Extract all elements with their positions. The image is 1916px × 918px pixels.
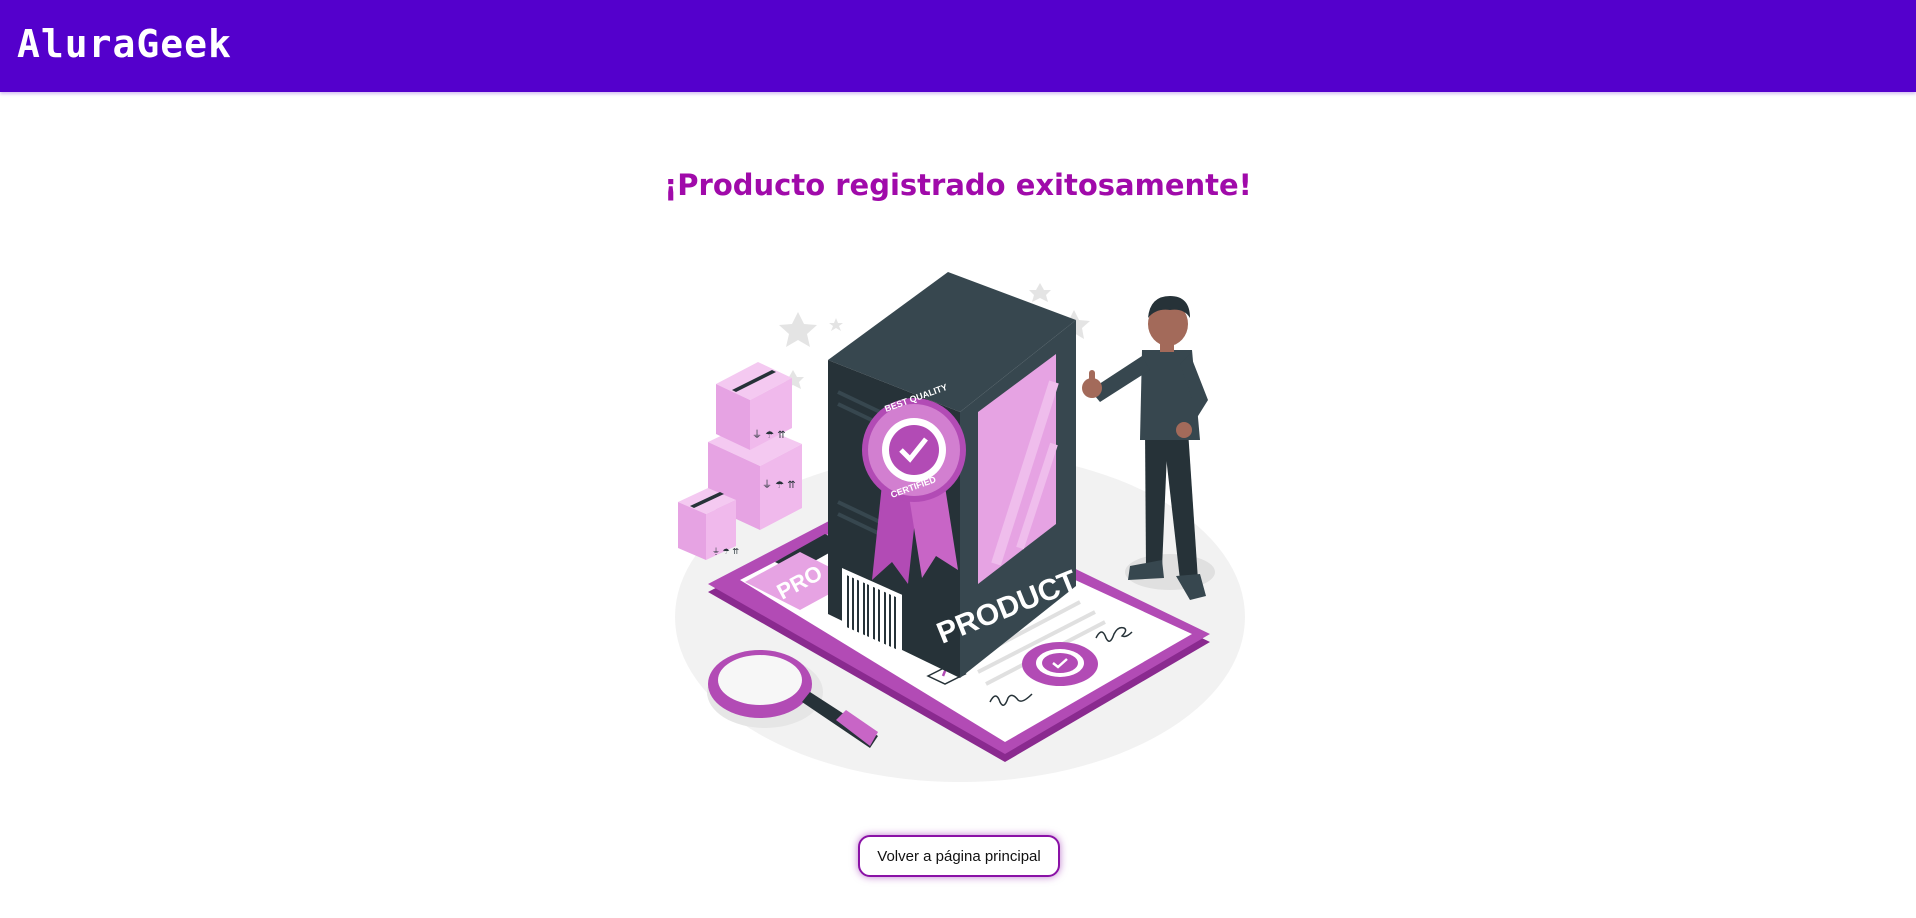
page-title: ¡Producto registrado exitosamente! <box>664 168 1252 202</box>
header-bar: AluraGeek <box>0 0 1916 92</box>
svg-text:⏚ ☂ ⇈: ⏚ ☂ ⇈ <box>762 479 796 491</box>
star-icon <box>829 318 843 331</box>
app-logo[interactable]: AluraGeek <box>17 22 232 66</box>
svg-text:⏚ ☂ ⇈: ⏚ ☂ ⇈ <box>752 429 786 441</box>
star-icon <box>1029 283 1051 302</box>
star-icon <box>779 312 817 347</box>
product-certified-illustration: PRO ⏚ ☂ ⇈ ⏚ ☂ ⇈ ⏚ ☂ ⇈ PRODUCT BEST QUALI… <box>675 272 1245 782</box>
svg-text:⏚ ☂ ⇈: ⏚ ☂ ⇈ <box>712 547 739 556</box>
back-to-home-button[interactable]: Volver a página principal <box>858 835 1060 877</box>
